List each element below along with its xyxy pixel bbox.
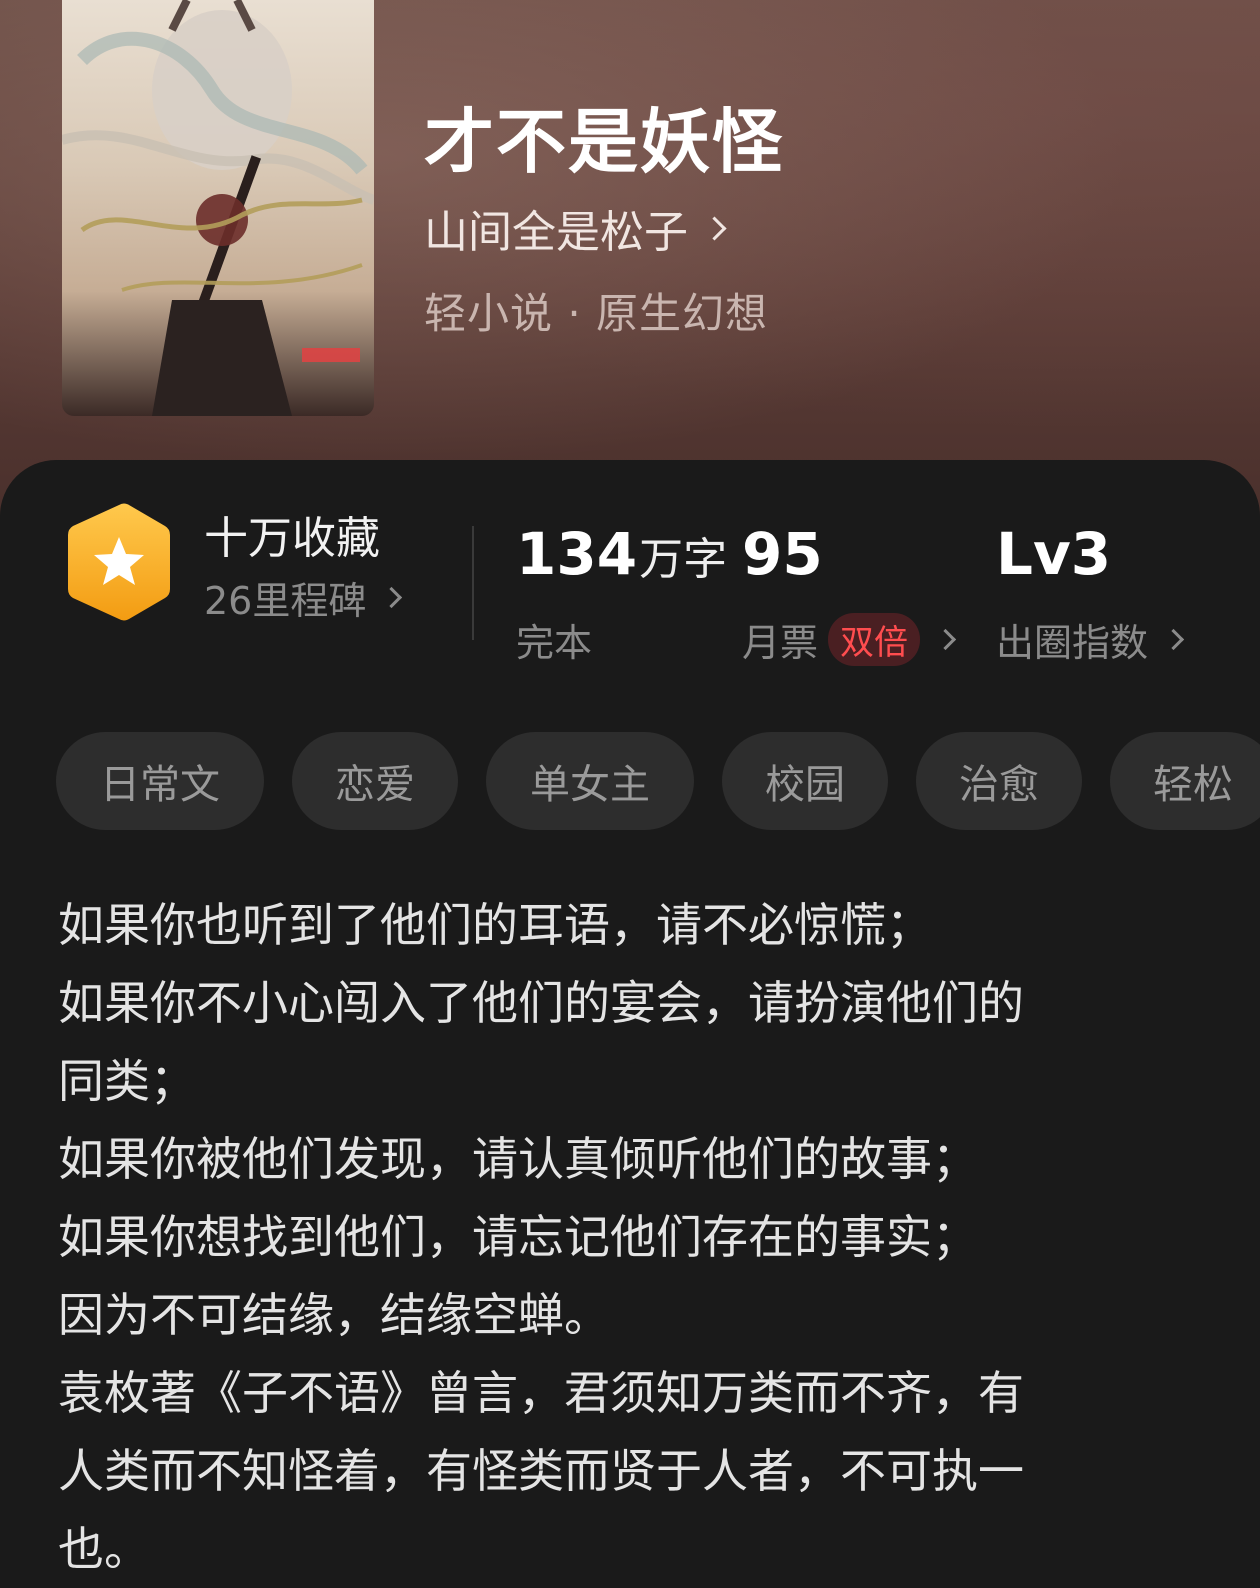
monthly-ticket-label: 月票: [742, 621, 819, 665]
chevron-right-icon: [702, 215, 727, 241]
synopsis-line: 也。: [58, 1522, 150, 1576]
book-cover-image[interactable]: [62, 0, 374, 416]
chevron-right-icon: [381, 586, 403, 609]
collection-milestone-title: 十万收藏: [204, 513, 380, 564]
synopsis-line: 如果你不小心闯入了他们的宴会，请扮演他们的: [58, 976, 1024, 1030]
popularity-level-value: Lv3: [996, 520, 1112, 588]
tag-chip[interactable]: 治愈: [916, 732, 1082, 830]
tag-chip[interactable]: 日常文: [56, 732, 264, 830]
tag-chip[interactable]: 校园: [722, 732, 888, 830]
tag-chip[interactable]: 单女主: [486, 732, 694, 830]
synopsis-line: 人类而不知怪着，有怪类而贤于人者，不可执一: [58, 1444, 1024, 1498]
tag-chip[interactable]: 恋爱: [292, 732, 458, 830]
double-ticket-badge: 双倍: [828, 613, 921, 666]
word-count: 134万字: [516, 520, 727, 588]
chevron-right-icon: [934, 628, 957, 651]
author-name: 山间全是松子: [424, 207, 688, 258]
monthly-ticket-value: 95: [742, 520, 823, 588]
synopsis-line: 如果你被他们发现，请认真倾听他们的故事；: [58, 1132, 978, 1186]
chevron-right-icon: [1162, 628, 1185, 651]
tag-list: 日常文 恋爱 单女主 校园 治愈 轻松: [56, 732, 1260, 832]
synopsis-line: 同类；: [58, 1054, 196, 1108]
star-badge-icon: [68, 503, 170, 621]
synopsis-line: 因为不可结缘，结缘空蝉。: [58, 1288, 610, 1342]
author-link[interactable]: 山间全是松子: [424, 196, 727, 260]
synopsis-line: 如果你想找到他们，请忘记他们存在的事实；: [58, 1210, 978, 1264]
book-genre: 轻小说 · 原生幻想: [424, 289, 769, 338]
milestone-link[interactable]: 26里程碑: [204, 570, 403, 625]
stats-divider: [472, 526, 474, 640]
popularity-index-label: 出圈指数: [996, 621, 1149, 665]
word-count-value: 134: [516, 520, 638, 588]
popularity-index-link[interactable]: 出圈指数: [996, 612, 1185, 667]
synopsis-line: 如果你也听到了他们的耳语，请不必惊慌；: [58, 898, 932, 952]
book-title: 才不是妖怪: [424, 100, 784, 183]
tag-chip[interactable]: 轻松: [1110, 732, 1260, 830]
word-count-unit: 万字: [639, 534, 728, 585]
book-synopsis[interactable]: 如果你也听到了他们的耳语，请不必惊慌； 如果你不小心闯入了他们的宴会，请扮演他们…: [58, 886, 1208, 1588]
monthly-ticket-link[interactable]: 月票 双倍: [742, 612, 957, 667]
synopsis-line: 袁枚著《子不语》曾言，君须知万类而不齐，有: [58, 1366, 1024, 1420]
milestone-count: 26里程碑: [204, 579, 367, 623]
completion-status: 完本: [516, 621, 593, 665]
